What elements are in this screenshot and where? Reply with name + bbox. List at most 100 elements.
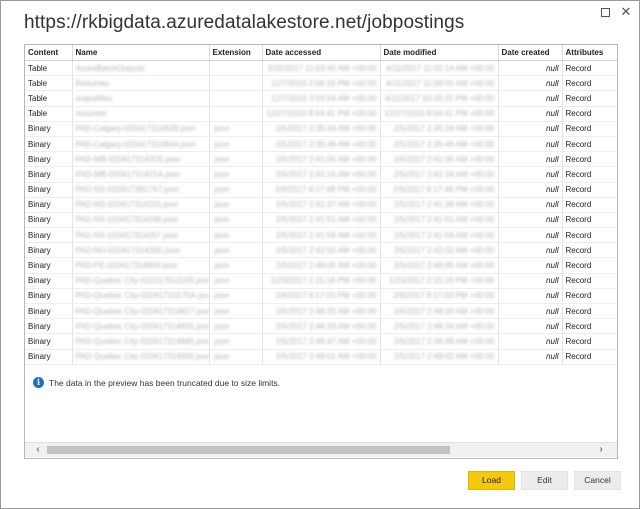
cell-date-modified: 2/5/2017 2:41:59 AM +00:00 [380,227,499,244]
cancel-button[interactable]: Cancel [574,471,621,490]
cell-date-modified: 2/5/2017 2:49:02 AM +00:00 [380,349,499,365]
cell-attributes[interactable]: Record [562,349,617,365]
cell-attributes[interactable]: Record [562,212,617,229]
table-row[interactable]: Binary PAD-NU-02041731420D.json .json 2/5/2… [25,242,617,259]
column-header-name[interactable]: Name [72,45,210,61]
column-header-extension[interactable]: Extension [209,45,263,61]
cell-attributes[interactable]: Record [562,182,617,198]
scroll-left-icon[interactable]: ‹ [31,443,45,457]
column-header-date-accessed[interactable]: Date accessed [262,45,381,61]
table-row[interactable]: Binary PAD-Calgary-02041731094A.json .json… [25,136,617,153]
cell-attributes[interactable]: Record [562,166,617,183]
table-row[interactable]: Table outputfiles 12/7/2016 3:55:54 AM +00… [25,90,617,107]
horizontal-scrollbar[interactable]: ‹ › [25,442,617,457]
cell-extension: .json [209,273,263,289]
table-row[interactable]: Binary PAD-NS-020417314248.json .json 2/5/2… [25,212,617,229]
cell-attributes[interactable]: Record [562,136,617,153]
cell-content: Binary [25,273,73,289]
table-row[interactable]: Binary PAD-Quebec City-020417314900.json.… [25,349,617,365]
cell-date-accessed: 2/5/2017 2:49:01 AM +00:00 [262,349,381,365]
cell-date-accessed: 2/5/2017 2:48:20 AM +00:00 [262,303,381,320]
table-body: Table AzureBatchOutputs 2/20/2017 11:03:45… [25,60,617,365]
column-header-content[interactable]: Content [25,45,73,61]
table-row[interactable]: Binary PAD-NS-0204173817A7.json .json 2/6/2… [25,182,617,198]
cell-content: Binary [25,303,73,320]
cell-date-created: null [498,136,563,153]
column-header-attributes[interactable]: Attributes [562,45,617,61]
cell-attributes[interactable]: Record [562,273,617,289]
cell-content: Binary [25,166,73,183]
cell-content: Binary [25,288,73,305]
table-row[interactable]: Binary PAD-Quebec City-020417314845.json.… [25,333,617,350]
cell-attributes[interactable]: Record [562,197,617,213]
table-row[interactable]: Binary PAD-MB-02041731421A.json .json 2/5/2… [25,166,617,183]
cell-date-created: null [498,288,563,305]
cell-date-modified: 1/23/2017 2:15:16 PM +00:00 [380,273,499,289]
edit-button[interactable]: Edit [521,471,568,490]
table-row[interactable]: Binary PAD-MB-0204173142D5.json .json 2/5/2… [25,151,617,168]
table-row[interactable]: Binary PAD-Quebec City-012317913155.json.… [25,273,617,289]
cell-date-created: null [498,333,563,350]
cell-date-accessed: 12/7/2016 3:55:54 AM +00:00 [262,90,381,107]
cell-content: Binary [25,197,73,213]
cell-attributes[interactable]: Record [562,60,617,77]
cell-attributes[interactable]: Record [562,75,617,92]
cell-attributes[interactable]: Record [562,227,617,244]
truncation-notice: i The data in the preview has been trunc… [33,377,280,388]
cell-date-accessed: 2/5/2017 2:41:16 AM +00:00 [262,166,381,183]
cell-name: PAD-PE-020417314804.json [72,257,210,274]
cell-attributes[interactable]: Record [562,333,617,350]
cell-extension: .json [209,303,263,320]
cell-attributes[interactable]: Record [562,242,617,259]
cell-attributes[interactable]: Record [562,257,617,274]
table-row[interactable]: Binary PAD-Quebec City-02041731E75A.json.… [25,288,617,305]
cell-date-accessed: 1/23/2017 2:15:16 PM +00:00 [262,273,381,289]
cell-attributes[interactable]: Record [562,151,617,168]
cell-name: PAD-Quebec City-02041731E75A.json [72,288,210,305]
table-row[interactable]: Binary PAD-PE-020417314804.json .json 2/5/2… [25,257,617,274]
column-header-date-modified[interactable]: Date modified [380,45,499,61]
table-row[interactable]: Table AzureBatchOutputs 2/20/2017 11:03:45… [25,60,617,77]
cell-date-accessed: 12/7/2016 2:06:19 PM +00:00 [262,75,381,92]
cell-date-modified: 2/5/2017 2:48:34 AM +00:00 [380,318,499,335]
cell-name: PAD-Quebec City-020417314831.json [72,318,210,335]
table-row[interactable]: Binary PAD-NS-020417314215.json .json 2/5/2… [25,197,617,213]
cell-date-modified: 2/5/2017 2:48:20 AM +00:00 [380,303,499,320]
cell-extension: .json [209,197,263,213]
cell-date-created: null [498,212,563,229]
cell-content: Table [25,90,73,107]
cell-date-created: null [498,197,563,213]
cell-date-accessed: 12/27/2016 8:54:41 PM +00:00 [262,106,381,122]
cell-date-created: null [498,90,563,107]
cell-date-accessed: 2/5/2017 2:48:33 AM +00:00 [262,318,381,335]
column-header-date-created[interactable]: Date created [498,45,563,61]
cell-attributes[interactable]: Record [562,288,617,305]
close-icon[interactable]: ✕ [619,5,633,19]
cell-attributes[interactable]: Record [562,303,617,320]
cell-date-modified: 2/5/2017 2:35:34 AM +00:00 [380,121,499,137]
cell-extension: .json [209,318,263,335]
table-row[interactable]: Binary PAD-Quebec City-020417314831.json.… [25,318,617,335]
cell-date-modified: 4/11/2017 11:02:14 AM +00:00 [380,60,499,77]
cell-date-modified: 2/6/2017 9:17:03 PM +00:00 [380,288,499,305]
scroll-right-icon[interactable]: › [594,443,608,457]
table-row[interactable]: Binary PAD-Quebec City-020417314817.json.… [25,303,617,320]
cell-extension [209,75,263,92]
cell-attributes[interactable]: Record [562,106,617,122]
table-row[interactable]: Table resumes 12/27/2016 8:54:41 PM +00:00… [25,106,617,122]
table-row[interactable]: Binary PAD-Calgary-02041731092B.json .json… [25,121,617,137]
cell-date-accessed: 2/20/2017 11:03:45 AM +00:00 [262,60,381,77]
cell-date-modified: 2/5/2017 2:35:46 AM +00:00 [380,136,499,153]
cell-attributes[interactable]: Record [562,121,617,137]
cell-date-created: null [498,106,563,122]
table-row[interactable]: Table Resumes 12/7/2016 2:06:19 PM +00:00 4… [25,75,617,92]
cell-attributes[interactable]: Record [562,318,617,335]
load-button[interactable]: Load [468,471,515,490]
cell-content: Table [25,60,73,77]
cell-name: PAD-NS-020417314215.json [72,197,210,213]
table-row[interactable]: Binary PAD-NS-020417314257.json .json 2/5/2… [25,227,617,244]
cell-date-created: null [498,242,563,259]
restore-icon[interactable] [598,5,612,19]
scrollbar-thumb[interactable] [47,446,450,454]
cell-attributes[interactable]: Record [562,90,617,107]
